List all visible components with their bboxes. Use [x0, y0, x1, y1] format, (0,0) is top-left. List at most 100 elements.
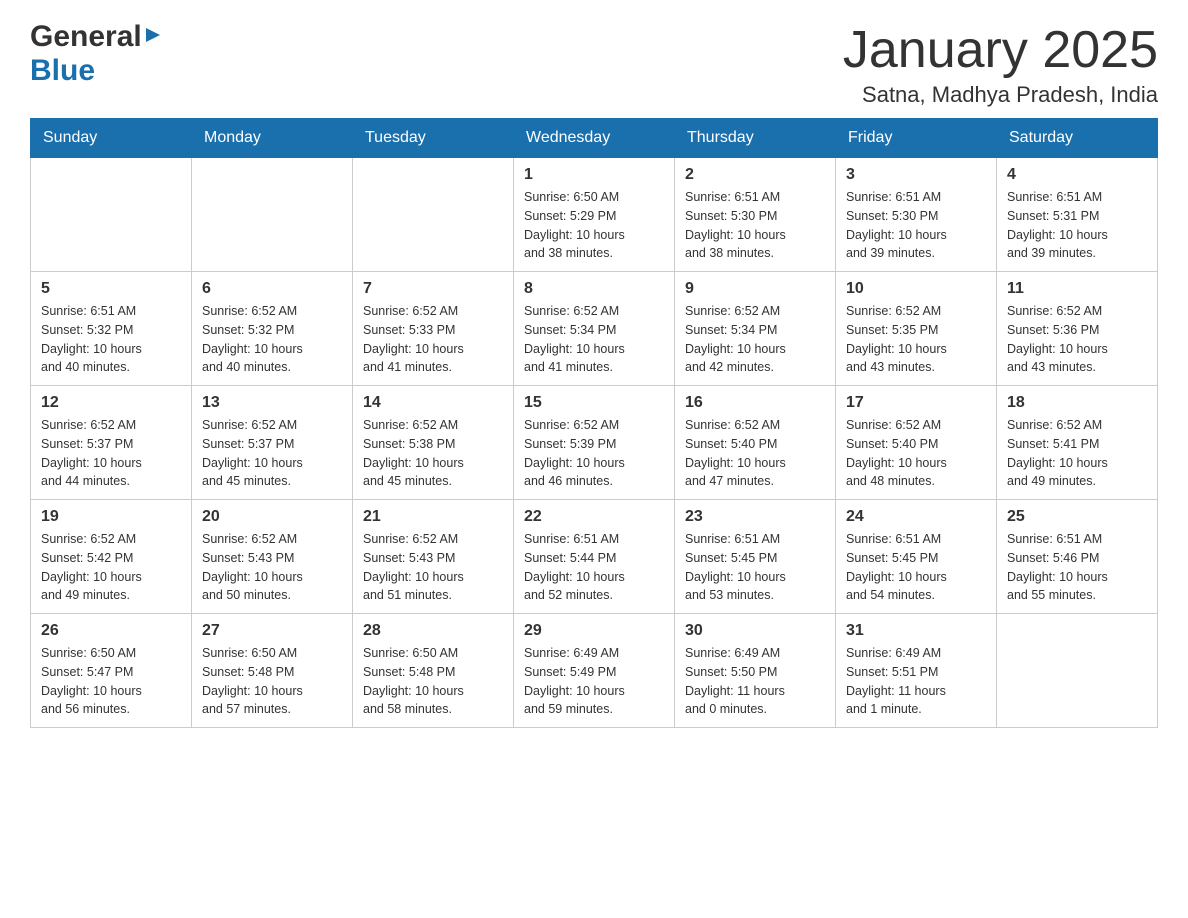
day-info: Sunrise: 6:52 AM Sunset: 5:37 PM Dayligh…	[41, 416, 181, 491]
calendar-week-1: 1 Sunrise: 6:50 AM Sunset: 5:29 PM Daylig…	[31, 158, 1158, 272]
day-number: 18	[1007, 394, 1147, 412]
day-info: Sunrise: 6:49 AM Sunset: 5:51 PM Dayligh…	[846, 644, 986, 719]
calendar-header-friday: Friday	[836, 119, 997, 158]
day-number: 25	[1007, 508, 1147, 526]
calendar-cell: 16 Sunrise: 6:52 AM Sunset: 5:40 PM Dayli…	[675, 386, 836, 500]
day-info: Sunrise: 6:51 AM Sunset: 5:45 PM Dayligh…	[685, 530, 825, 605]
day-info: Sunrise: 6:52 AM Sunset: 5:40 PM Dayligh…	[685, 416, 825, 491]
day-info: Sunrise: 6:50 AM Sunset: 5:29 PM Dayligh…	[524, 188, 664, 263]
day-number: 23	[685, 508, 825, 526]
calendar-header-sunday: Sunday	[31, 119, 192, 158]
day-number: 12	[41, 394, 181, 412]
calendar-cell: 13 Sunrise: 6:52 AM Sunset: 5:37 PM Dayli…	[192, 386, 353, 500]
calendar-cell: 11 Sunrise: 6:52 AM Sunset: 5:36 PM Dayli…	[997, 272, 1158, 386]
day-number: 20	[202, 508, 342, 526]
logo: General Blue	[30, 20, 162, 88]
day-number: 13	[202, 394, 342, 412]
calendar-cell: 3Sunrise: 6:51 AM Sunset: 5:30 PM Daylig…	[836, 158, 997, 272]
calendar-header-wednesday: Wednesday	[514, 119, 675, 158]
day-info: Sunrise: 6:50 AM Sunset: 5:47 PM Dayligh…	[41, 644, 181, 719]
day-info: Sunrise: 6:50 AM Sunset: 5:48 PM Dayligh…	[363, 644, 503, 719]
calendar-cell: 31 Sunrise: 6:49 AM Sunset: 5:51 PM Dayli…	[836, 614, 997, 728]
calendar-cell: 27 Sunrise: 6:50 AM Sunset: 5:48 PM Dayli…	[192, 614, 353, 728]
day-info: Sunrise: 6:52 AM Sunset: 5:33 PM Dayligh…	[363, 302, 503, 377]
day-number: 2	[685, 166, 825, 184]
calendar-cell: 14 Sunrise: 6:52 AM Sunset: 5:38 PM Dayli…	[353, 386, 514, 500]
day-info: Sunrise: 6:51 AM Sunset: 5:30 PM Dayligh…	[685, 188, 825, 263]
day-info: Sunrise: 6:52 AM Sunset: 5:37 PM Dayligh…	[202, 416, 342, 491]
calendar-cell: 20Sunrise: 6:52 AM Sunset: 5:43 PM Dayli…	[192, 500, 353, 614]
day-number: 30	[685, 622, 825, 640]
calendar-cell: 1 Sunrise: 6:50 AM Sunset: 5:29 PM Daylig…	[514, 158, 675, 272]
day-number: 21	[363, 508, 503, 526]
day-number: 5	[41, 280, 181, 298]
calendar-week-3: 12 Sunrise: 6:52 AM Sunset: 5:37 PM Dayli…	[31, 386, 1158, 500]
day-info: Sunrise: 6:52 AM Sunset: 5:40 PM Dayligh…	[846, 416, 986, 491]
day-info: Sunrise: 6:49 AM Sunset: 5:49 PM Dayligh…	[524, 644, 664, 719]
day-number: 9	[685, 280, 825, 298]
day-number: 7	[363, 280, 503, 298]
day-number: 19	[41, 508, 181, 526]
day-info: Sunrise: 6:51 AM Sunset: 5:44 PM Dayligh…	[524, 530, 664, 605]
day-number: 1	[524, 166, 664, 184]
calendar-cell: 15Sunrise: 6:52 AM Sunset: 5:39 PM Dayli…	[514, 386, 675, 500]
calendar-cell: 10Sunrise: 6:52 AM Sunset: 5:35 PM Dayli…	[836, 272, 997, 386]
calendar-week-2: 5 Sunrise: 6:51 AM Sunset: 5:32 PM Daylig…	[31, 272, 1158, 386]
calendar-header-tuesday: Tuesday	[353, 119, 514, 158]
calendar-cell: 19 Sunrise: 6:52 AM Sunset: 5:42 PM Dayli…	[31, 500, 192, 614]
day-info: Sunrise: 6:52 AM Sunset: 5:36 PM Dayligh…	[1007, 302, 1147, 377]
calendar-week-5: 26 Sunrise: 6:50 AM Sunset: 5:47 PM Dayli…	[31, 614, 1158, 728]
day-number: 29	[524, 622, 664, 640]
location-title: Satna, Madhya Pradesh, India	[843, 82, 1158, 108]
day-number: 26	[41, 622, 181, 640]
day-number: 14	[363, 394, 503, 412]
day-number: 11	[1007, 280, 1147, 298]
logo-triangle-icon	[144, 26, 162, 49]
day-number: 4	[1007, 166, 1147, 184]
day-info: Sunrise: 6:52 AM Sunset: 5:34 PM Dayligh…	[685, 302, 825, 377]
day-number: 28	[363, 622, 503, 640]
day-info: Sunrise: 6:52 AM Sunset: 5:35 PM Dayligh…	[846, 302, 986, 377]
calendar-cell: 7 Sunrise: 6:52 AM Sunset: 5:33 PM Daylig…	[353, 272, 514, 386]
calendar-table: SundayMondayTuesdayWednesdayThursdayFrid…	[30, 118, 1158, 728]
day-info: Sunrise: 6:52 AM Sunset: 5:41 PM Dayligh…	[1007, 416, 1147, 491]
calendar-cell: 22 Sunrise: 6:51 AM Sunset: 5:44 PM Dayli…	[514, 500, 675, 614]
calendar-cell: 4 Sunrise: 6:51 AM Sunset: 5:31 PM Daylig…	[997, 158, 1158, 272]
page-header: General Blue January 2025 Satna, Madhya …	[30, 20, 1158, 108]
month-title: January 2025	[843, 20, 1158, 80]
calendar-cell: 23 Sunrise: 6:51 AM Sunset: 5:45 PM Dayli…	[675, 500, 836, 614]
day-number: 22	[524, 508, 664, 526]
calendar-cell: 17 Sunrise: 6:52 AM Sunset: 5:40 PM Dayli…	[836, 386, 997, 500]
calendar-header-row: SundayMondayTuesdayWednesdayThursdayFrid…	[31, 119, 1158, 158]
calendar-cell	[192, 158, 353, 272]
calendar-cell: 29 Sunrise: 6:49 AM Sunset: 5:49 PM Dayli…	[514, 614, 675, 728]
title-block: January 2025 Satna, Madhya Pradesh, Indi…	[843, 20, 1158, 108]
calendar-cell: 18 Sunrise: 6:52 AM Sunset: 5:41 PM Dayli…	[997, 386, 1158, 500]
day-info: Sunrise: 6:52 AM Sunset: 5:42 PM Dayligh…	[41, 530, 181, 605]
calendar-cell: 25 Sunrise: 6:51 AM Sunset: 5:46 PM Dayli…	[997, 500, 1158, 614]
day-number: 8	[524, 280, 664, 298]
day-info: Sunrise: 6:52 AM Sunset: 5:38 PM Dayligh…	[363, 416, 503, 491]
day-info: Sunrise: 6:50 AM Sunset: 5:48 PM Dayligh…	[202, 644, 342, 719]
day-info: Sunrise: 6:52 AM Sunset: 5:32 PM Dayligh…	[202, 302, 342, 377]
day-info: Sunrise: 6:51 AM Sunset: 5:32 PM Dayligh…	[41, 302, 181, 377]
day-number: 31	[846, 622, 986, 640]
calendar-cell	[31, 158, 192, 272]
calendar-cell: 28 Sunrise: 6:50 AM Sunset: 5:48 PM Dayli…	[353, 614, 514, 728]
day-number: 6	[202, 280, 342, 298]
logo-blue: Blue	[30, 54, 95, 87]
day-number: 27	[202, 622, 342, 640]
calendar-header-saturday: Saturday	[997, 119, 1158, 158]
calendar-cell: 9 Sunrise: 6:52 AM Sunset: 5:34 PM Daylig…	[675, 272, 836, 386]
calendar-cell: 30Sunrise: 6:49 AM Sunset: 5:50 PM Dayli…	[675, 614, 836, 728]
calendar-week-4: 19 Sunrise: 6:52 AM Sunset: 5:42 PM Dayli…	[31, 500, 1158, 614]
logo-general: General	[30, 20, 142, 54]
day-info: Sunrise: 6:51 AM Sunset: 5:46 PM Dayligh…	[1007, 530, 1147, 605]
calendar-cell: 24Sunrise: 6:51 AM Sunset: 5:45 PM Dayli…	[836, 500, 997, 614]
day-number: 16	[685, 394, 825, 412]
calendar-cell: 5 Sunrise: 6:51 AM Sunset: 5:32 PM Daylig…	[31, 272, 192, 386]
day-number: 17	[846, 394, 986, 412]
day-info: Sunrise: 6:51 AM Sunset: 5:31 PM Dayligh…	[1007, 188, 1147, 263]
calendar-cell: 12 Sunrise: 6:52 AM Sunset: 5:37 PM Dayli…	[31, 386, 192, 500]
calendar-header-thursday: Thursday	[675, 119, 836, 158]
